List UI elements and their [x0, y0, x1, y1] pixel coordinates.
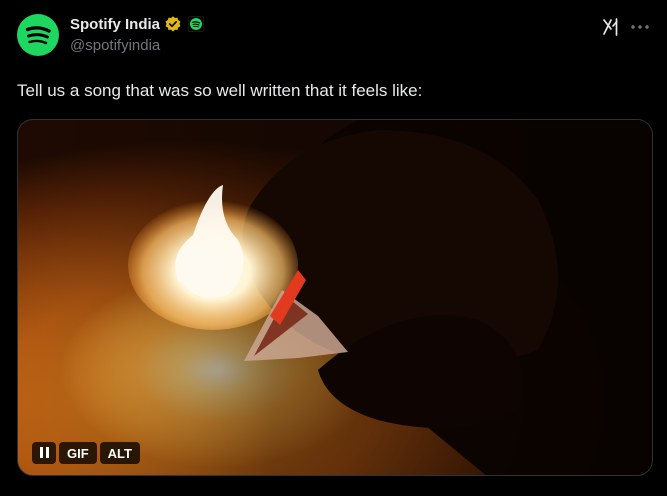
- alt-text-button[interactable]: ALT: [99, 442, 140, 464]
- affiliation-badge-icon[interactable]: [188, 16, 204, 32]
- gif-frame-image: [18, 120, 652, 475]
- tweet-text: Tell us a song that was so well written …: [17, 81, 423, 100]
- spotify-logo-icon: [25, 26, 51, 45]
- media-controls: GIF ALT: [32, 442, 140, 464]
- more-icon[interactable]: [628, 16, 652, 38]
- author-name-row: Spotify India: [70, 14, 204, 34]
- pause-button[interactable]: [32, 442, 56, 464]
- pause-icon: [38, 446, 50, 461]
- gif-badge[interactable]: GIF: [59, 442, 97, 464]
- avatar[interactable]: [17, 14, 59, 56]
- tweet-media-gif[interactable]: GIF ALT: [17, 119, 653, 476]
- grok-icon[interactable]: [601, 16, 623, 38]
- author-display-name[interactable]: Spotify India: [70, 16, 160, 33]
- verified-badge-icon[interactable]: [164, 15, 182, 33]
- author-handle[interactable]: @spotifyindia: [70, 37, 160, 54]
